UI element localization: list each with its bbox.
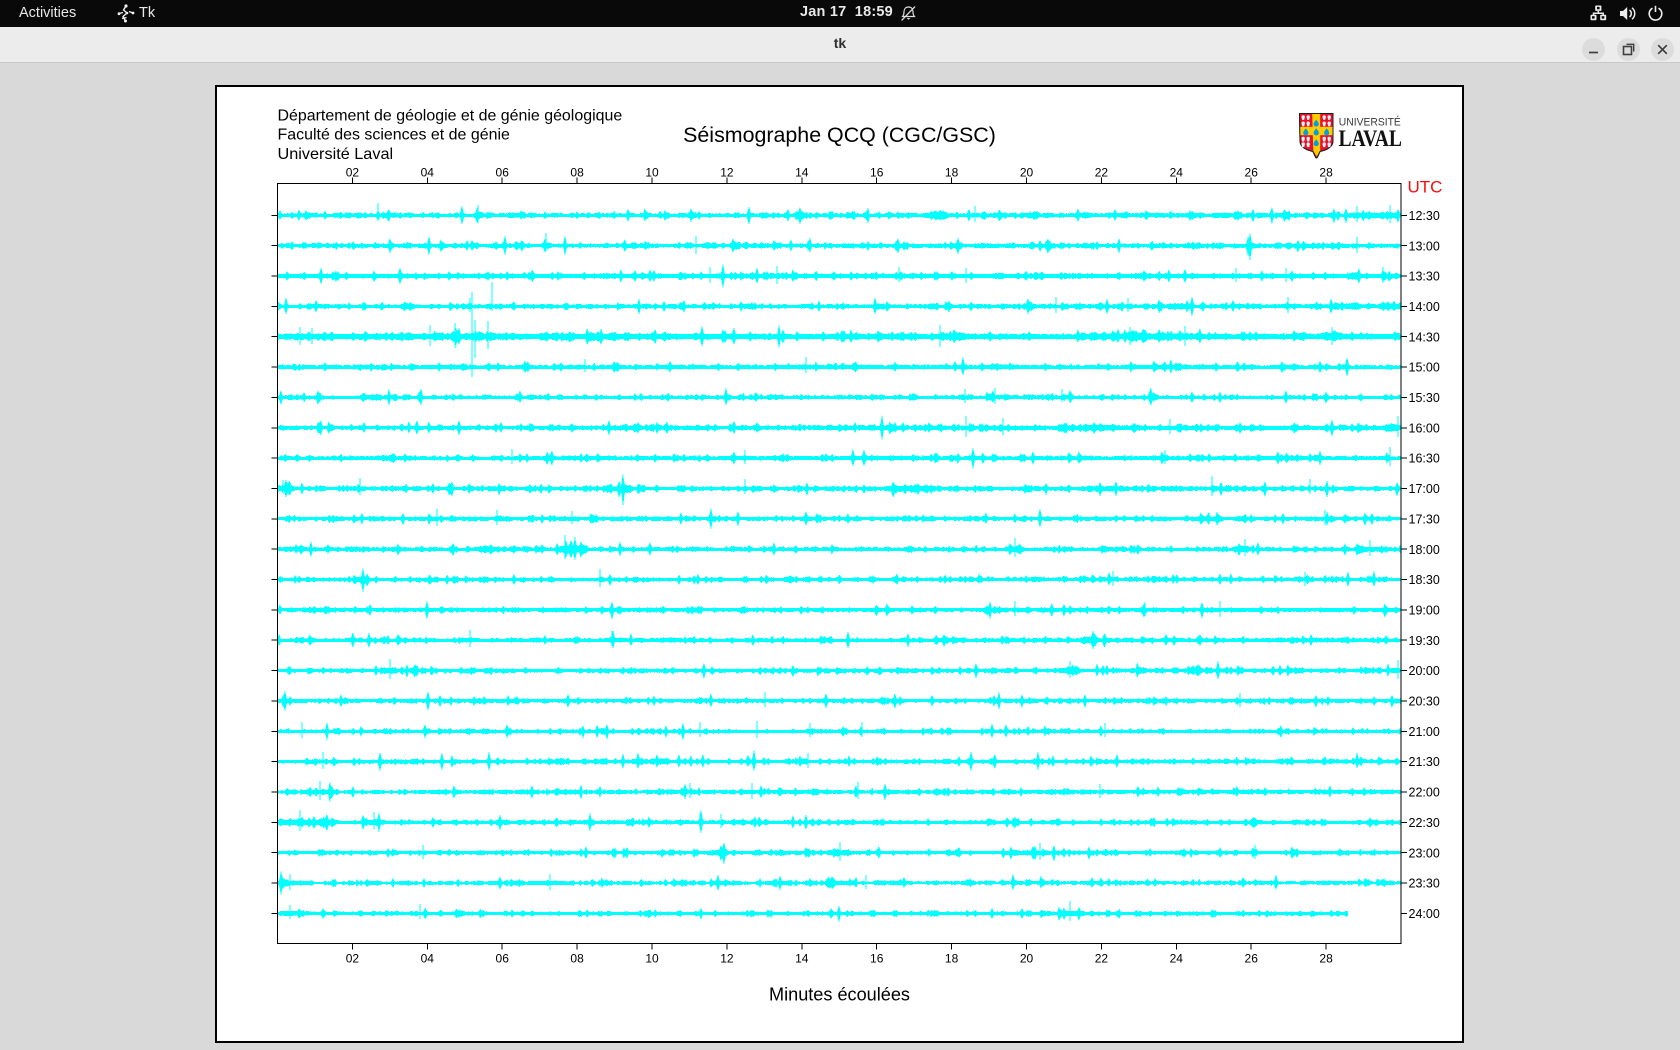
svg-text:UTC: UTC bbox=[1408, 177, 1443, 196]
svg-text:16:30: 16:30 bbox=[1409, 452, 1440, 466]
svg-text:16: 16 bbox=[870, 952, 884, 966]
svg-text:23:30: 23:30 bbox=[1409, 877, 1440, 891]
svg-text:18:30: 18:30 bbox=[1409, 573, 1440, 587]
svg-text:20:00: 20:00 bbox=[1409, 664, 1440, 678]
svg-text:Faculté des sciences et de gén: Faculté des sciences et de génie bbox=[278, 127, 511, 144]
svg-text:20: 20 bbox=[1020, 952, 1034, 966]
svg-text:LAVAL: LAVAL bbox=[1339, 126, 1403, 151]
svg-text:08: 08 bbox=[570, 166, 584, 180]
svg-text:02: 02 bbox=[346, 166, 360, 180]
svg-text:08: 08 bbox=[570, 952, 584, 966]
svg-text:Séismographe QCQ (CGC/GSC): Séismographe QCQ (CGC/GSC) bbox=[683, 123, 996, 147]
svg-text:19:00: 19:00 bbox=[1409, 604, 1440, 618]
svg-text:18:00: 18:00 bbox=[1409, 543, 1440, 557]
svg-text:10: 10 bbox=[645, 166, 659, 180]
svg-text:12: 12 bbox=[720, 952, 734, 966]
svg-text:28: 28 bbox=[1319, 166, 1333, 180]
svg-text:24: 24 bbox=[1170, 166, 1184, 180]
svg-text:24: 24 bbox=[1170, 952, 1184, 966]
svg-text:Département de géologie et de: Département de géologie et de génie géol… bbox=[278, 107, 623, 124]
svg-text:22:30: 22:30 bbox=[1409, 816, 1440, 830]
svg-text:14:00: 14:00 bbox=[1409, 300, 1440, 314]
svg-text:26: 26 bbox=[1245, 952, 1259, 966]
svg-text:23:00: 23:00 bbox=[1409, 846, 1440, 860]
svg-text:14: 14 bbox=[795, 952, 809, 966]
svg-text:24:00: 24:00 bbox=[1409, 907, 1440, 921]
svg-text:04: 04 bbox=[421, 166, 435, 180]
svg-text:21:30: 21:30 bbox=[1409, 755, 1440, 769]
svg-text:16: 16 bbox=[870, 166, 884, 180]
svg-text:15:30: 15:30 bbox=[1409, 391, 1440, 405]
svg-text:18: 18 bbox=[945, 952, 959, 966]
svg-text:26: 26 bbox=[1245, 166, 1259, 180]
svg-text:06: 06 bbox=[496, 166, 510, 180]
svg-text:10: 10 bbox=[645, 952, 659, 966]
svg-text:17:00: 17:00 bbox=[1409, 482, 1440, 496]
svg-text:18: 18 bbox=[945, 166, 959, 180]
svg-text:12: 12 bbox=[720, 166, 734, 180]
svg-text:20:30: 20:30 bbox=[1409, 695, 1440, 709]
svg-text:22:00: 22:00 bbox=[1409, 786, 1440, 800]
svg-text:12:30: 12:30 bbox=[1409, 209, 1440, 223]
svg-text:04: 04 bbox=[421, 952, 435, 966]
svg-text:13:00: 13:00 bbox=[1409, 239, 1440, 253]
svg-text:28: 28 bbox=[1319, 952, 1333, 966]
svg-text:06: 06 bbox=[496, 952, 510, 966]
svg-text:22: 22 bbox=[1095, 952, 1109, 966]
svg-text:02: 02 bbox=[346, 952, 360, 966]
svg-text:22: 22 bbox=[1095, 166, 1109, 180]
svg-text:Université Laval: Université Laval bbox=[278, 146, 394, 163]
svg-text:16:00: 16:00 bbox=[1409, 421, 1440, 435]
svg-text:13:30: 13:30 bbox=[1409, 270, 1440, 284]
svg-text:14: 14 bbox=[795, 166, 809, 180]
svg-text:21:00: 21:00 bbox=[1409, 725, 1440, 739]
svg-text:Minutes écoulées: Minutes écoulées bbox=[769, 985, 910, 1005]
svg-text:14:30: 14:30 bbox=[1409, 330, 1440, 344]
svg-text:15:00: 15:00 bbox=[1409, 361, 1440, 375]
svg-text:17:30: 17:30 bbox=[1409, 512, 1440, 526]
svg-text:19:30: 19:30 bbox=[1409, 634, 1440, 648]
svg-text:20: 20 bbox=[1020, 166, 1034, 180]
